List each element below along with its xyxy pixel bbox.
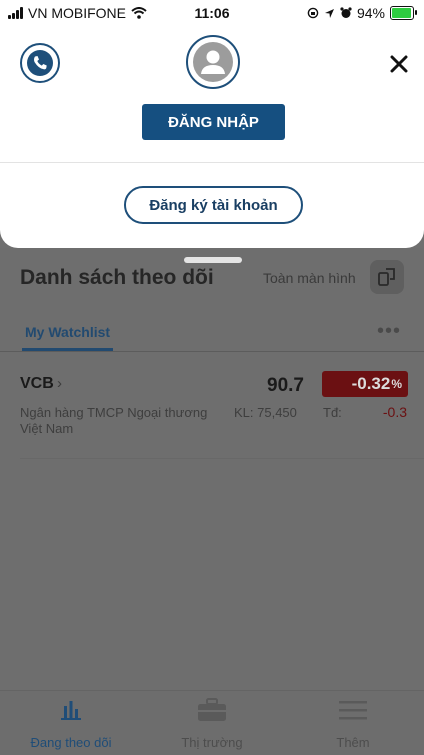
tab-watching[interactable]: Đang theo dõi: [11, 691, 131, 750]
tab-my-watchlist[interactable]: My Watchlist: [25, 324, 110, 340]
watchlist-title: Danh sách theo dõi: [20, 266, 214, 289]
volume-value: KL: 75,450: [234, 405, 297, 420]
sheet-drag-handle[interactable]: [184, 257, 242, 263]
tab-market[interactable]: Thị trường: [152, 691, 272, 750]
tab-label: Thị trường: [181, 735, 243, 750]
login-sheet: ĐĂNG NHẬP Đăng ký tài khoản: [0, 26, 424, 248]
tab-label: Thêm: [336, 735, 370, 750]
login-button[interactable]: ĐĂNG NHẬP: [142, 104, 285, 140]
tab-more[interactable]: Thêm: [293, 691, 413, 750]
percent-sign: %: [391, 377, 402, 391]
bar-chart-icon: [11, 691, 131, 729]
avatar[interactable]: [186, 35, 240, 89]
company-name: Ngân hàng TMCP Ngoại thương Việt Nam: [20, 405, 208, 436]
divider: [0, 351, 424, 352]
close-icon: [390, 55, 408, 73]
briefcase-icon: [152, 691, 272, 729]
change-percent-badge: -0.32%: [322, 371, 408, 397]
bottom-tab-bar: Đang theo dõi Thị trường Thêm: [0, 690, 424, 755]
close-button[interactable]: [385, 50, 413, 78]
change-label: Tđ:: [323, 405, 342, 420]
change-value: -0.3: [382, 404, 407, 420]
rotation-lock-icon: [307, 7, 319, 19]
menu-icon: [293, 691, 413, 729]
user-avatar-icon: [193, 42, 233, 82]
status-bar: VN MOBIFONE 11:06 94%: [0, 0, 424, 26]
stock-price: 90.7: [267, 375, 304, 396]
alarm-icon: [340, 7, 352, 18]
fullscreen-label[interactable]: Toàn màn hình: [263, 270, 356, 286]
battery-icon: [390, 6, 417, 20]
location-icon: [324, 8, 334, 18]
more-options-icon[interactable]: •••: [377, 320, 401, 343]
change-percent-value: -0.32: [351, 374, 391, 393]
battery-percent: 94%: [356, 5, 385, 21]
tab-label: Đang theo dõi: [30, 735, 112, 750]
row-divider: [20, 458, 424, 459]
call-button[interactable]: [20, 43, 60, 83]
phone-icon: [27, 50, 53, 76]
fullscreen-icon[interactable]: [370, 260, 404, 294]
status-right: 94%: [307, 5, 417, 21]
sheet-divider: [0, 162, 424, 163]
register-button[interactable]: Đăng ký tài khoản: [124, 186, 303, 224]
chevron-right-icon: ›: [57, 375, 62, 392]
stock-symbol[interactable]: VCB: [20, 375, 54, 393]
